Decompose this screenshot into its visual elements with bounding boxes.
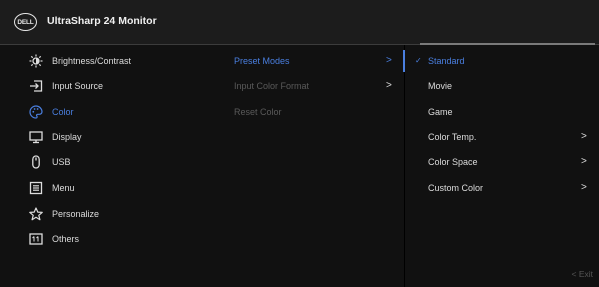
option-movie[interactable]: Movie (405, 75, 599, 101)
dell-logo: DELL (14, 13, 37, 31)
star-icon (29, 207, 43, 221)
checkmark-icon: ✓ (415, 56, 422, 65)
option-label: Movie (428, 81, 453, 91)
submenu-item-label: Input Color Format (234, 81, 310, 91)
exit-button[interactable]: < Exit (572, 269, 594, 279)
submenu-item-input-color-format[interactable]: Input Color Format > (218, 75, 404, 101)
menu-item-label: Display (52, 132, 82, 142)
submenu-item-reset-color[interactable]: Reset Color (218, 101, 404, 127)
option-label: Color Space (428, 157, 478, 167)
monitor-osd: DELL UltraSharp 24 Monitor Brightness/Co… (0, 0, 599, 287)
menu-item-others[interactable]: Others (0, 228, 218, 254)
option-label: Game (428, 107, 453, 117)
color-palette-icon (29, 105, 43, 119)
brightness-icon (29, 54, 43, 68)
option-label: Custom Color (428, 183, 484, 193)
menu-item-label: Input Source (52, 81, 104, 91)
menu-item-label: Others (52, 234, 80, 244)
page-title: UltraSharp 24 Monitor (47, 15, 157, 27)
submenu-item-label: Reset Color (234, 107, 282, 117)
menu-item-label: Brightness/Contrast (52, 56, 132, 66)
submenu-item-label: Preset Modes (234, 56, 290, 66)
option-label: Color Temp. (428, 132, 477, 142)
menu-item-brightness-contrast[interactable]: Brightness/Contrast (0, 50, 218, 76)
chevron-right-icon: > (581, 131, 587, 142)
menu-item-label: Personalize (52, 209, 100, 219)
usb-mouse-icon (29, 155, 43, 169)
menu-item-label: USB (52, 157, 71, 167)
others-icon (29, 232, 43, 246)
menu-item-usb[interactable]: USB (0, 151, 218, 177)
menu-item-input-source[interactable]: Input Source (0, 75, 218, 101)
option-standard[interactable]: ✓ Standard (405, 50, 599, 76)
menu-item-menu[interactable]: Menu (0, 177, 218, 203)
chevron-right-icon: > (581, 156, 587, 167)
option-game[interactable]: Game (405, 101, 599, 127)
submenu-item-preset-modes[interactable]: Preset Modes > (218, 50, 404, 76)
menu-item-label: Menu (52, 183, 75, 193)
option-label: Standard (428, 56, 465, 66)
menu-item-display[interactable]: Display (0, 126, 218, 152)
display-icon (29, 130, 43, 144)
option-custom-color[interactable]: Custom Color > (405, 177, 599, 203)
menu-icon (29, 181, 43, 195)
chevron-right-icon: > (386, 55, 392, 66)
chevron-right-icon: > (581, 182, 587, 193)
option-color-temp[interactable]: Color Temp. > (405, 126, 599, 152)
input-source-icon (29, 79, 43, 93)
osd-header: DELL UltraSharp 24 Monitor (0, 0, 599, 45)
menu-item-personalize[interactable]: Personalize (0, 203, 218, 229)
menu-item-color[interactable]: Color (0, 101, 218, 127)
menu-item-label: Color (52, 107, 74, 117)
option-color-space[interactable]: Color Space > (405, 151, 599, 177)
chevron-right-icon: > (386, 80, 392, 91)
